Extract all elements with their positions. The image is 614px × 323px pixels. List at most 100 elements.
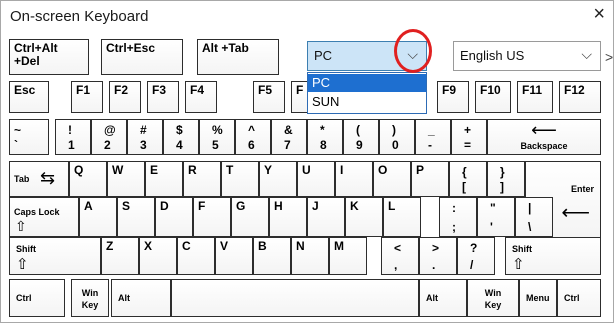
key-s[interactable]: S	[117, 197, 155, 237]
key-bottom: 9	[356, 138, 363, 152]
key-label: H	[274, 199, 283, 213]
semicolon-key[interactable]: :;	[439, 197, 477, 237]
f9-key[interactable]: F9	[437, 81, 469, 113]
key-label: C	[182, 239, 191, 253]
f12-key[interactable]: F12	[559, 81, 601, 113]
key-l[interactable]: L	[383, 197, 421, 237]
menu-key[interactable]: Menu	[519, 279, 557, 317]
key-top: ^	[248, 123, 256, 137]
key-i[interactable]: I	[335, 161, 373, 197]
left-alt-key[interactable]: Alt	[111, 279, 171, 317]
key-c[interactable]: C	[177, 237, 215, 275]
ctrl-alt-del-key[interactable]: Ctrl+Alt +Del	[9, 39, 89, 75]
key-bottom: 8	[320, 138, 327, 152]
key-top: "	[490, 201, 496, 215]
left-win-key[interactable]: Win Key	[71, 279, 109, 317]
minus-key[interactable]: _ -	[415, 119, 451, 155]
key-z[interactable]: Z	[101, 237, 139, 275]
key-p[interactable]: P	[411, 161, 449, 197]
chevron-down-icon[interactable]: ⌵	[581, 46, 592, 63]
equal-key[interactable]: + =	[451, 119, 487, 155]
key-g[interactable]: G	[231, 197, 269, 237]
key-r[interactable]: R	[183, 161, 221, 197]
key-o[interactable]: O	[373, 161, 411, 197]
key-4[interactable]: $4	[163, 119, 199, 155]
key-f[interactable]: F	[193, 197, 231, 237]
key-top: &	[284, 123, 293, 137]
key-w[interactable]: W	[107, 161, 145, 197]
key-x[interactable]: X	[139, 237, 177, 275]
key-7[interactable]: & 7	[271, 119, 307, 155]
key-n[interactable]: N	[291, 237, 329, 275]
slash-key[interactable]: ? /	[457, 237, 495, 275]
key-h[interactable]: H	[269, 197, 307, 237]
right-win-key[interactable]: Win Key	[467, 279, 519, 317]
key-e[interactable]: E	[145, 161, 183, 197]
option-sun[interactable]: SUN	[308, 93, 426, 111]
left-ctrl-key[interactable]: Ctrl	[9, 279, 65, 317]
key-bottom: ]	[500, 180, 504, 194]
key-a[interactable]: A	[79, 197, 117, 237]
key-u[interactable]: U	[297, 161, 335, 197]
alt-tab-key[interactable]: Alt +Tab	[197, 39, 279, 75]
close-icon[interactable]: ×	[593, 4, 605, 24]
key-2[interactable]: @2	[91, 119, 127, 155]
language-dropdown[interactable]: English US ⌵	[453, 41, 601, 71]
key-v[interactable]: V	[215, 237, 253, 275]
key-label: F4	[190, 83, 205, 97]
left-shift-key[interactable]: Shift ⇧	[9, 237, 101, 275]
right-bracket-key[interactable]: }]	[487, 161, 525, 197]
caps-lock-key[interactable]: Caps Lock ⇧	[9, 197, 79, 237]
key-m[interactable]: M	[329, 237, 367, 275]
key-top: <	[394, 241, 402, 255]
key-t[interactable]: T	[221, 161, 259, 197]
key-b[interactable]: B	[253, 237, 291, 275]
f4-key[interactable]: F4	[185, 81, 217, 113]
quote-key[interactable]: " '	[477, 197, 515, 237]
f11-key[interactable]: F11	[517, 81, 553, 113]
title-bar[interactable]: On-screen Keyboard ×	[1, 1, 613, 31]
key-bottom: 5	[212, 138, 219, 152]
key-y[interactable]: Y	[259, 161, 297, 197]
right-ctrl-key[interactable]: Ctrl	[557, 279, 601, 317]
key-bottom: 6	[248, 138, 255, 152]
key-j[interactable]: J	[307, 197, 345, 237]
key-label: Y	[264, 163, 273, 177]
key-bottom: 1	[68, 138, 75, 152]
key-5[interactable]: % 5	[199, 119, 235, 155]
f5-key[interactable]: F5	[253, 81, 285, 113]
period-key[interactable]: >.	[419, 237, 457, 275]
key-bottom: `	[14, 138, 18, 152]
key-label: K	[350, 199, 359, 213]
f3-key[interactable]: F3	[147, 81, 179, 113]
right-alt-key[interactable]: Alt	[419, 279, 467, 317]
f10-key[interactable]: F10	[475, 81, 511, 113]
left-bracket-key[interactable]: {[	[449, 161, 487, 197]
key-d[interactable]: D	[155, 197, 193, 237]
option-pc[interactable]: PC	[308, 74, 426, 92]
f2-key[interactable]: F2	[109, 81, 141, 113]
key-1[interactable]: ! 1	[55, 119, 91, 155]
tilde-key[interactable]: ~ `	[9, 119, 49, 155]
f1-key[interactable]: F1	[71, 81, 103, 113]
key-0[interactable]: ) 0	[379, 119, 415, 155]
enter-arrow-icon: ⟵	[561, 202, 590, 224]
comma-key[interactable]: <,	[381, 237, 419, 275]
key-3[interactable]: #3	[127, 119, 163, 155]
chevron-right-icon[interactable]: >	[605, 49, 613, 65]
key-label: B	[258, 239, 267, 253]
esc-key[interactable]: Esc	[9, 81, 49, 113]
key-label: Alt +Tab	[202, 41, 249, 55]
spacebar-key[interactable]	[171, 279, 419, 317]
backspace-key[interactable]: ⟵ Backspace	[487, 119, 601, 155]
key-label: Ctrl	[564, 293, 580, 303]
key-q[interactable]: Q	[69, 161, 107, 197]
key-6[interactable]: ^ 6	[235, 119, 271, 155]
tab-key[interactable]: Tab ⇆	[9, 161, 69, 197]
key-8[interactable]: * 8	[307, 119, 343, 155]
right-shift-key[interactable]: Shift ⇧	[505, 237, 601, 275]
backslash-key[interactable]: | \	[515, 197, 553, 237]
ctrl-esc-key[interactable]: Ctrl+Esc	[101, 39, 183, 75]
key-9[interactable]: (9	[343, 119, 379, 155]
key-k[interactable]: K	[345, 197, 383, 237]
